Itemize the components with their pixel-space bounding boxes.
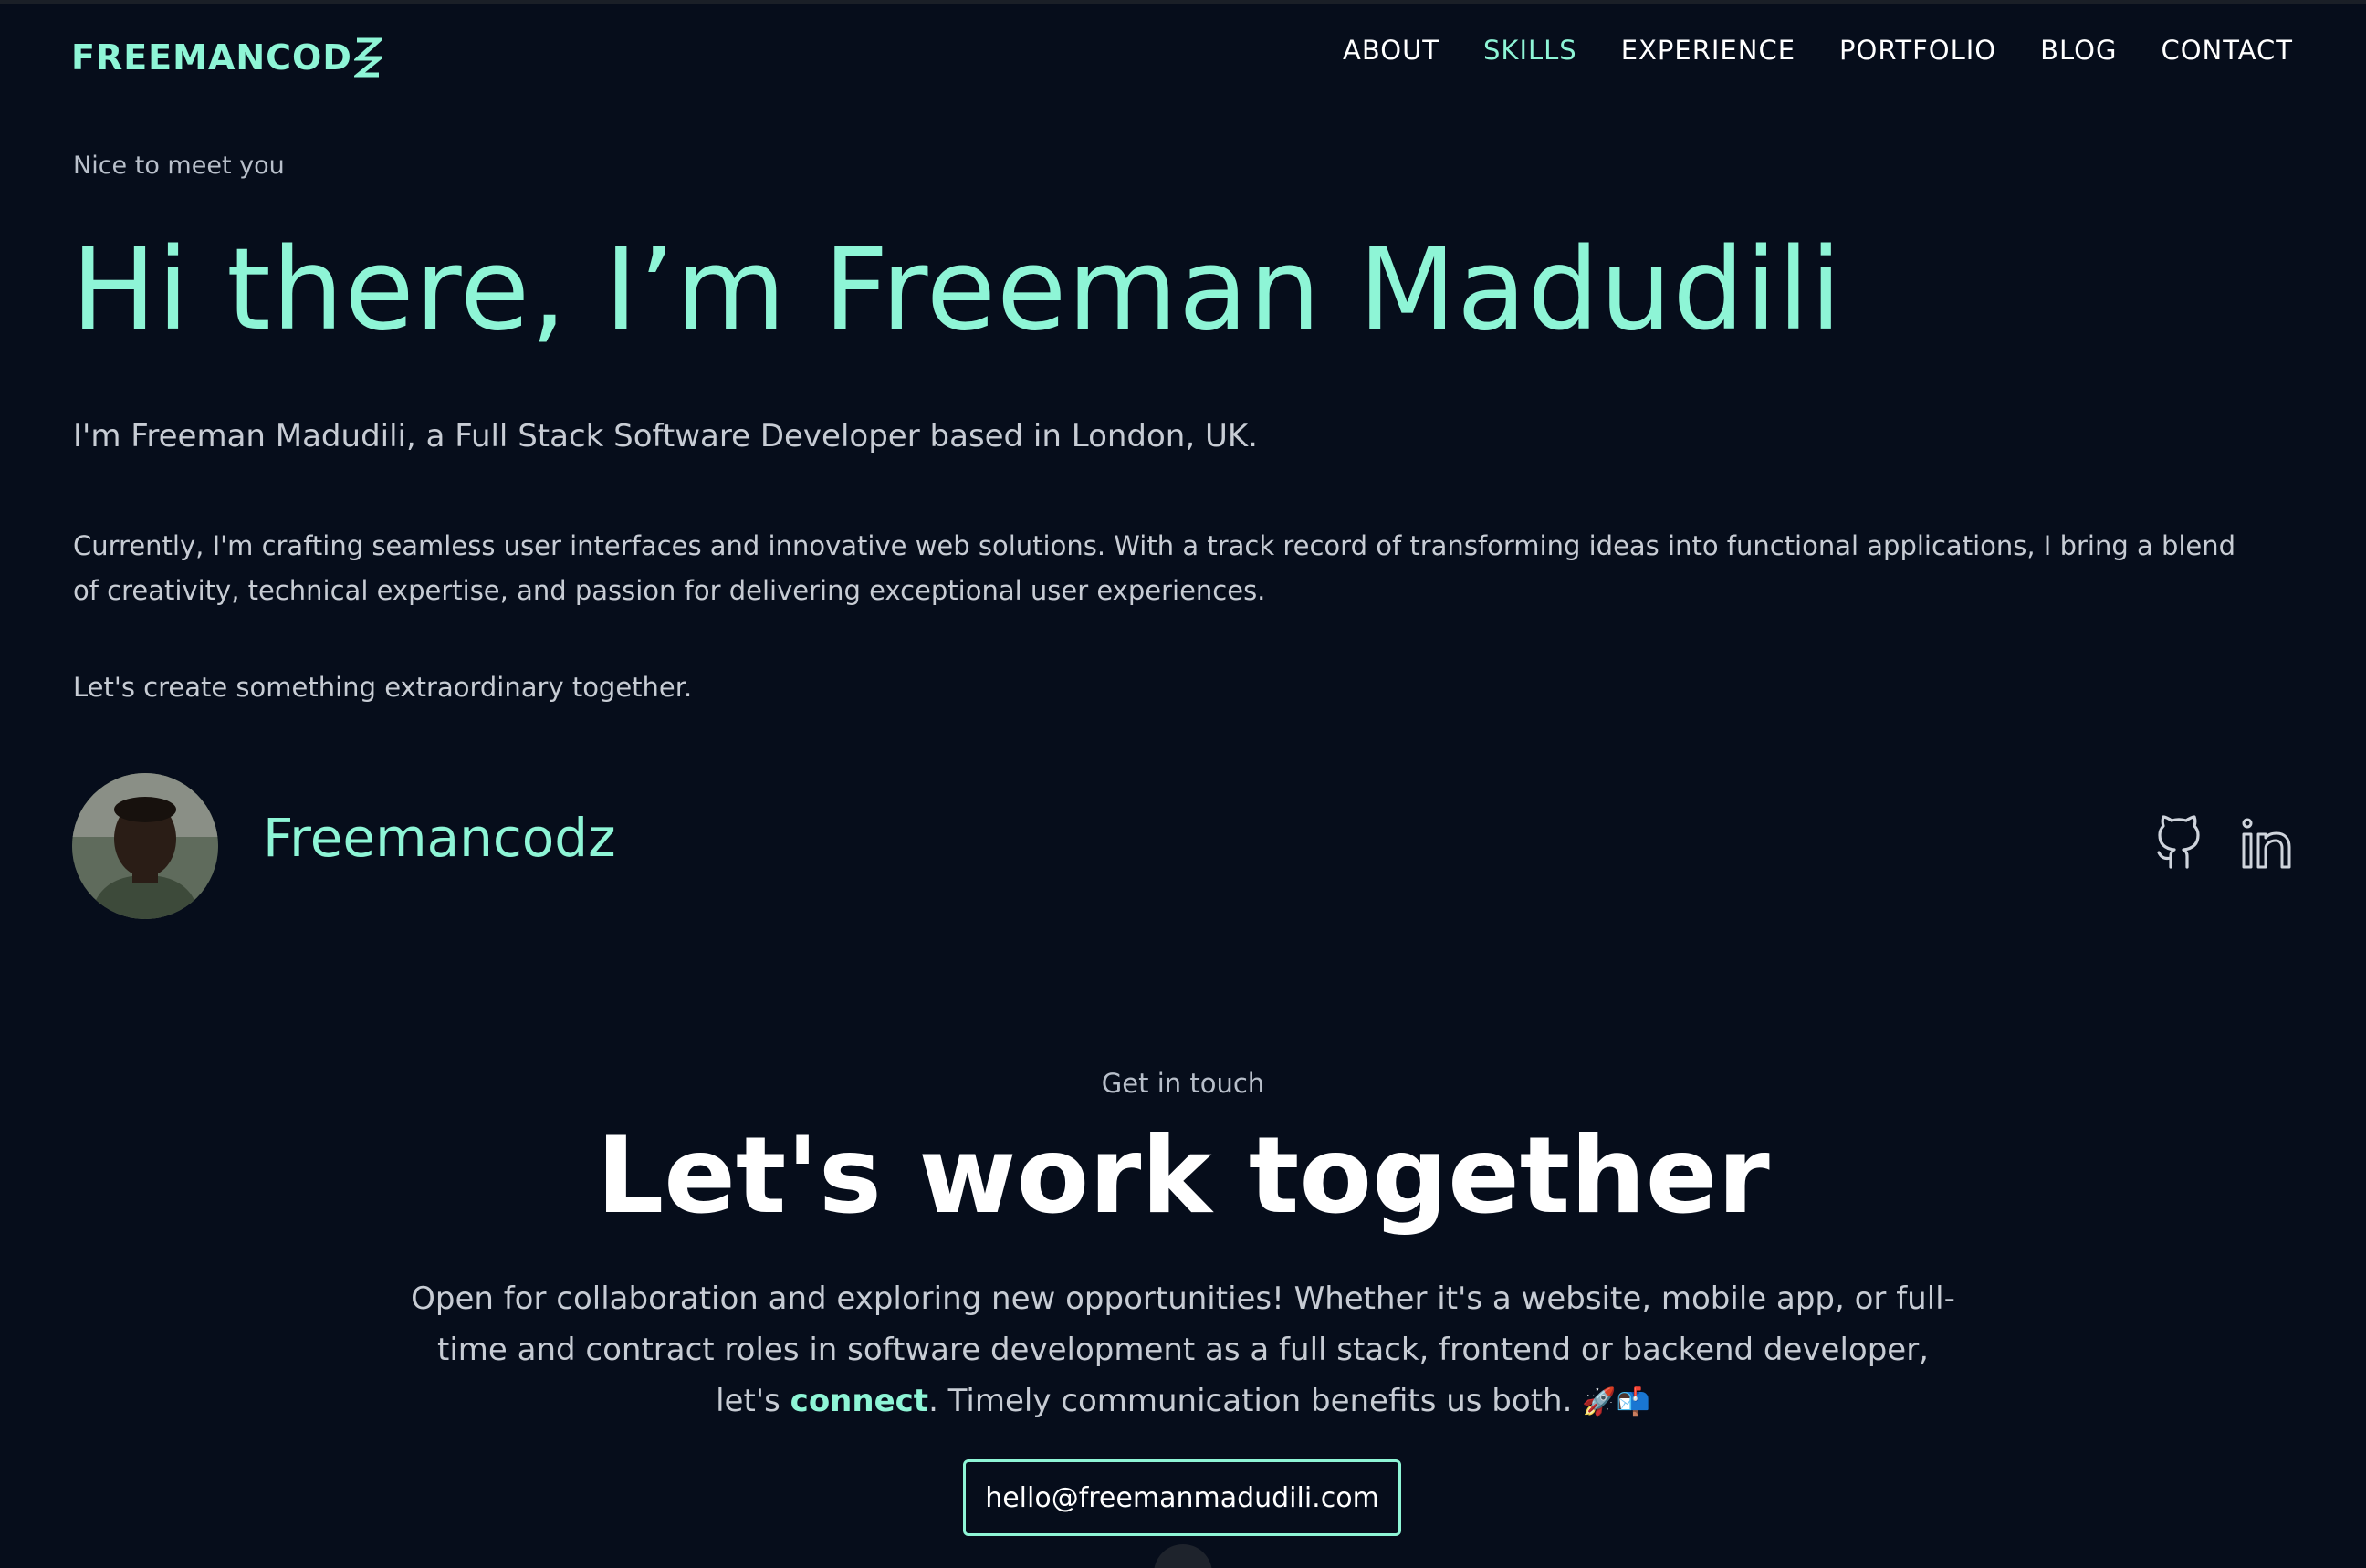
page: FREEMANCOD ABOUT SKILLS EXPERIENCE PORTF… <box>0 0 2366 1568</box>
profile-name[interactable]: Freemancodz <box>263 807 616 869</box>
nav-contact[interactable]: CONTACT <box>2161 35 2293 66</box>
hero-title: Hi there, I’m Freeman Madudili <box>71 225 1843 356</box>
connect-link[interactable]: connect <box>790 1383 928 1419</box>
hero-description: Currently, I'm crafting seamless user in… <box>73 530 2236 606</box>
logo-text: FREEMANCOD <box>71 37 352 78</box>
email-button[interactable]: hello@freemanmadudili.com <box>963 1459 1401 1536</box>
logo-z-mark-icon <box>353 37 382 78</box>
linkedin-icon[interactable] <box>2240 814 2293 873</box>
nav-about[interactable]: ABOUT <box>1343 35 1439 66</box>
social-links <box>2152 814 2293 873</box>
nav-experience[interactable]: EXPERIENCE <box>1621 35 1795 66</box>
avatar-portrait-image <box>72 773 218 919</box>
contact-body-text-end: . Timely communication benefits us both. <box>928 1383 1583 1419</box>
avatar <box>72 773 218 919</box>
nav-blog[interactable]: BLOG <box>2040 35 2117 66</box>
scroll-to-top-button[interactable] <box>1154 1544 1212 1568</box>
site-header: FREEMANCOD ABOUT SKILLS EXPERIENCE PORTF… <box>0 0 2366 110</box>
contact-title: Let's work together <box>596 1114 1770 1238</box>
github-icon[interactable] <box>2152 814 2205 873</box>
hero-intro: I'm Freeman Madudili, a Full Stack Softw… <box>73 418 1258 455</box>
hero-eyebrow: Nice to meet you <box>73 152 285 180</box>
site-logo[interactable]: FREEMANCOD <box>71 33 382 82</box>
main-nav: ABOUT SKILLS EXPERIENCE PORTFOLIO BLOG C… <box>1343 35 2293 66</box>
hero-cta-text: Let's create something extraordinary tog… <box>73 672 693 703</box>
contact-body: Open for collaboration and exploring new… <box>402 1273 1964 1428</box>
rocket-mailbox-emoji: 🚀📬 <box>1582 1386 1650 1418</box>
nav-portfolio[interactable]: PORTFOLIO <box>1839 35 1996 66</box>
contact-eyebrow: Get in touch <box>1101 1068 1265 1099</box>
nav-skills[interactable]: SKILLS <box>1483 35 1577 66</box>
